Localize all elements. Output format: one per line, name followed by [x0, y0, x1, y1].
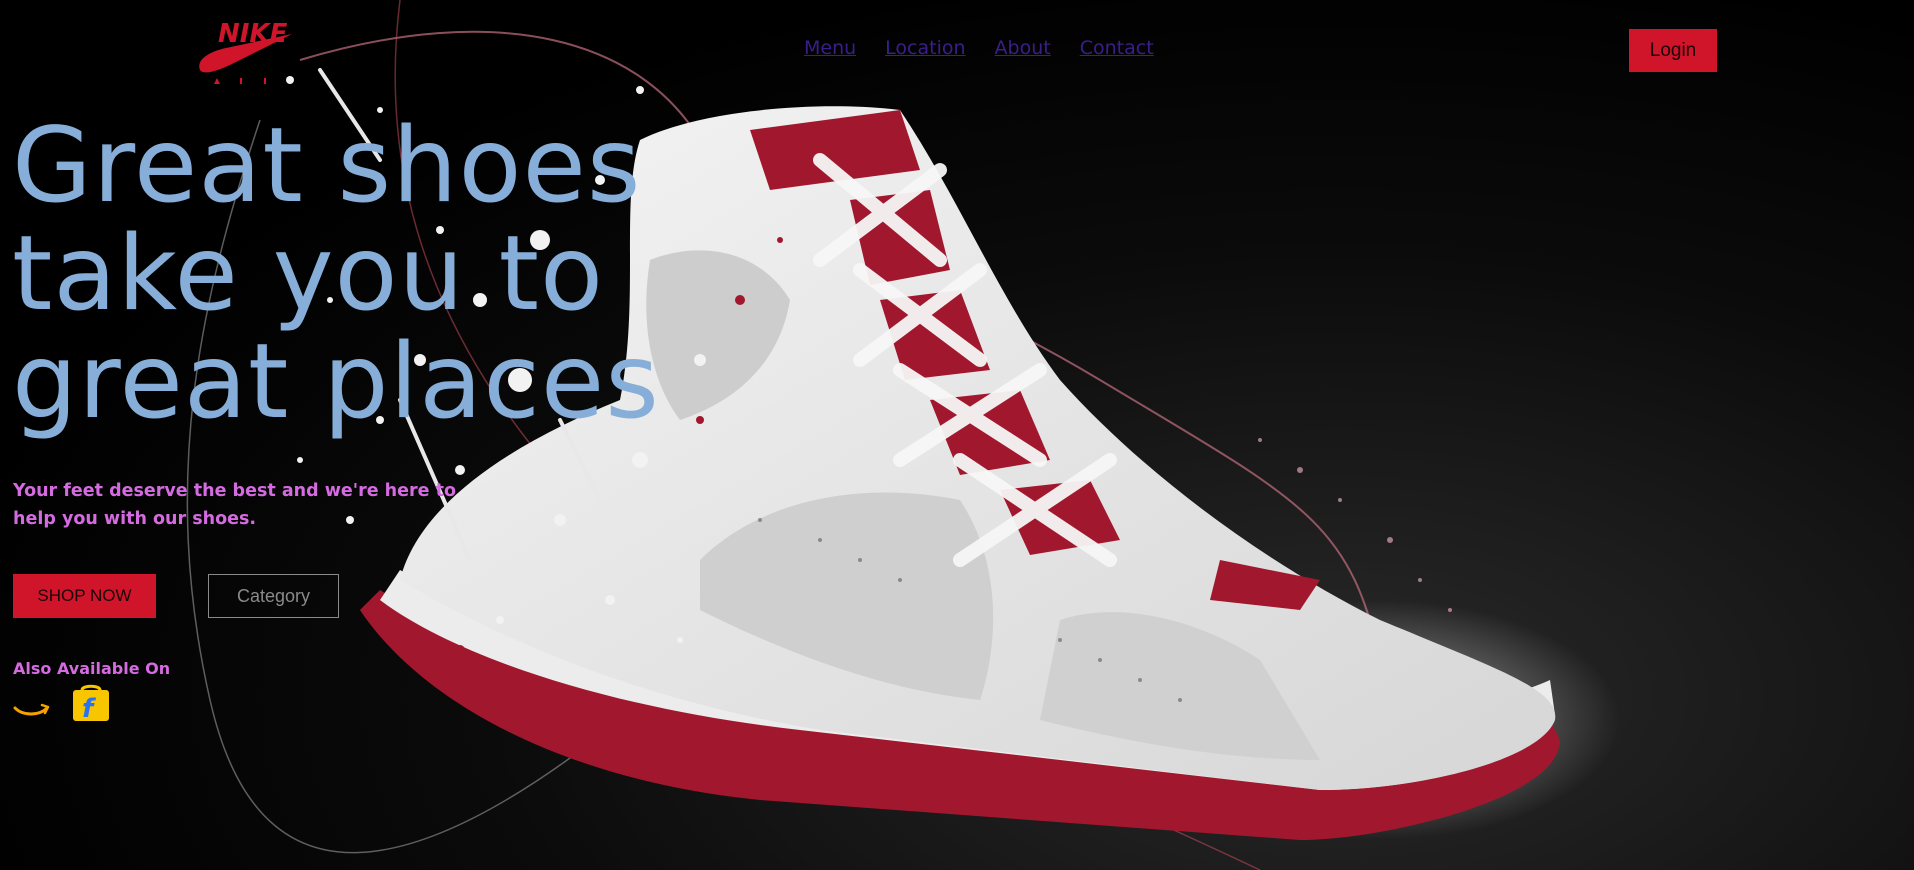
main-nav: Menu Location About Contact: [804, 37, 1154, 59]
login-button[interactable]: Login: [1629, 29, 1717, 72]
headline-line: Great shoes: [12, 106, 642, 226]
headline-line: take you to: [12, 214, 604, 334]
nike-air-logo[interactable]: NIKE: [196, 12, 296, 88]
headline-line: great places: [12, 322, 660, 442]
nav-link-contact[interactable]: Contact: [1080, 37, 1154, 59]
also-available-label: Also Available On: [13, 659, 171, 678]
hero-headline: Great shoes take you to great places: [12, 112, 812, 436]
nav-link-location[interactable]: Location: [885, 37, 965, 59]
hero-subtext: Your feet deserve the best and we're her…: [13, 481, 456, 529]
amazon-icon[interactable]: [13, 694, 51, 728]
nav-link-about[interactable]: About: [995, 37, 1051, 59]
nav-link-menu[interactable]: Menu: [804, 37, 856, 59]
shop-now-button[interactable]: SHOP NOW: [13, 574, 156, 618]
page-root: NIKE Menu Location About Contact Login G…: [0, 0, 1914, 870]
category-button[interactable]: Category: [208, 574, 339, 618]
flipkart-icon[interactable]: f: [72, 684, 110, 722]
